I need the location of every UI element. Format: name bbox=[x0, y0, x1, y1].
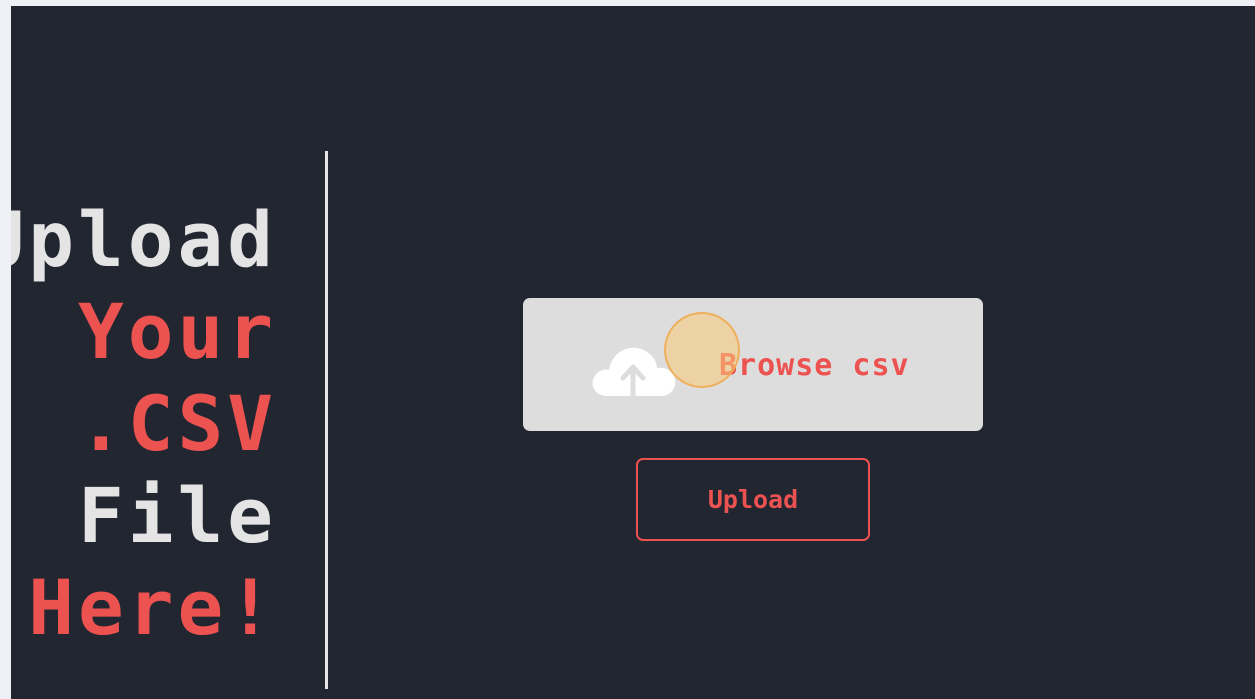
heading-line-your: Your bbox=[77, 287, 277, 376]
browse-csv-dropzone[interactable]: Browse csv bbox=[523, 298, 983, 431]
heading-line-file: File bbox=[77, 471, 277, 560]
heading-line-csv: .CSV bbox=[77, 379, 277, 468]
browse-csv-label: Browse csv bbox=[719, 348, 910, 383]
upload-page: Upload Your .CSV File Here! Browse csv U… bbox=[11, 6, 1255, 699]
vertical-divider bbox=[325, 151, 328, 689]
heading-line-upload: Upload bbox=[11, 195, 277, 284]
heading-line-here: Here! bbox=[28, 563, 277, 652]
page-heading: Upload Your .CSV File Here! bbox=[11, 194, 277, 654]
cursor-highlight bbox=[664, 312, 740, 388]
upload-button[interactable]: Upload bbox=[636, 458, 870, 541]
